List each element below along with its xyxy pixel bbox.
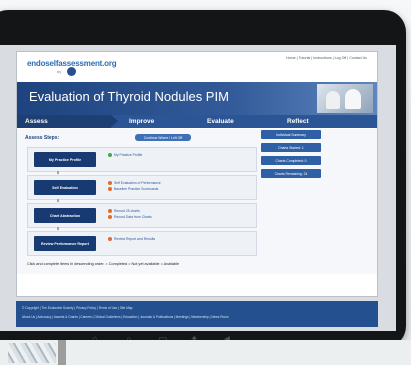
status-not-available-icon: [108, 215, 112, 220]
tab-bar: Assess Improve Evaluate Reflect: [17, 115, 377, 128]
step-row-practice-profile: My Practice Profile My Practice Profile: [27, 147, 257, 172]
step-link-label: My Practice Profile: [114, 153, 143, 157]
tab-improve[interactable]: Improve: [115, 115, 199, 128]
step-connector: [57, 171, 59, 174]
step-link-label: Review Report and Results: [114, 237, 156, 241]
step-row-self-evaluation: Self Evaluation Self Evaluation of Perfo…: [27, 175, 257, 200]
tab-label: Assess: [25, 118, 48, 125]
doctor-figure: [326, 91, 340, 109]
site-footer: © Copyright | The Endocrine Society | Pr…: [16, 301, 378, 327]
step-link[interactable]: Review Report and Results: [108, 236, 155, 242]
status-not-available-icon: [108, 187, 112, 192]
tab-label: Reflect: [287, 118, 309, 125]
tab-evaluate[interactable]: Evaluate: [199, 115, 269, 128]
step-row-review-report: Review Performance Report Review Report …: [27, 231, 257, 256]
tablet-screen: endoselfassessment.org by Home | Tutoria…: [0, 45, 396, 331]
top-links[interactable]: Home | Tutorial | Instructions | Log Off…: [286, 56, 367, 60]
step-row-chart-abstraction: Chart Abstraction Record 25 charts Recor…: [27, 203, 257, 228]
tab-assess[interactable]: Assess: [17, 115, 118, 128]
step-link-label: Record Data from Charts: [114, 215, 152, 219]
step-link-label: Record 25 charts: [114, 209, 140, 213]
tab-label: Evaluate: [207, 118, 234, 125]
step-link-label: Baseline Practice Scorecards: [114, 187, 159, 191]
footer-links-line-2[interactable]: About Us | Advocacy | Awards & Grants | …: [22, 315, 229, 319]
step-link[interactable]: My Practice Profile: [108, 152, 142, 158]
main-content: Assess Steps: Continue Where I Left Off …: [17, 129, 377, 274]
step-link[interactable]: Baseline Practice Scorecards: [108, 186, 161, 192]
step-links: Review Report and Results: [108, 236, 155, 242]
status-not-available-icon: [108, 181, 112, 186]
pens-photo: [8, 343, 56, 363]
tab-label: Improve: [129, 118, 155, 125]
endocrine-society-logo-icon: [67, 67, 76, 76]
patient-figure: [345, 89, 361, 109]
step-connector: [57, 199, 59, 202]
charts-completed-button[interactable]: Charts Completed: 0: [261, 156, 321, 165]
tablet-device: endoselfassessment.org by Home | Tutoria…: [0, 10, 406, 348]
step-links: My Practice Profile: [108, 152, 142, 158]
step-button-practice-profile[interactable]: My Practice Profile: [34, 152, 96, 167]
step-link[interactable]: Record Data from Charts: [108, 214, 152, 220]
footer-links-line-1[interactable]: © Copyright | The Endocrine Society | Pr…: [22, 306, 132, 310]
step-connector: [57, 227, 59, 230]
charts-started-button[interactable]: Charts Started: 1: [261, 143, 321, 152]
continue-where-left-off-button[interactable]: Continue Where I Left Off: [135, 134, 191, 141]
step-button-chart-abstraction[interactable]: Chart Abstraction: [34, 208, 96, 223]
status-not-available-icon: [108, 209, 112, 214]
step-links: Record 25 charts Record Data from Charts: [108, 208, 152, 220]
individual-summary-button[interactable]: Individual Summary: [261, 130, 321, 139]
web-page: endoselfassessment.org by Home | Tutoria…: [16, 51, 378, 297]
stand-post: [58, 340, 66, 365]
step-button-self-evaluation[interactable]: Self Evaluation: [34, 180, 96, 195]
page-title: Evaluation of Thyroid Nodules PIM: [29, 89, 229, 104]
step-links: Self Evaluation of Performance Baseline …: [108, 180, 161, 192]
status-completed-icon: [108, 153, 112, 158]
tab-reflect[interactable]: Reflect: [279, 115, 367, 128]
step-link-label: Self Evaluation of Performance: [114, 181, 161, 185]
charts-remaining-button[interactable]: Charts Remaining: 24: [261, 169, 321, 178]
steps-title: Assess Steps:: [25, 135, 60, 141]
banner-photo: [317, 84, 373, 113]
legend-text: Click and complete items in descending o…: [27, 262, 179, 266]
site-header: endoselfassessment.org by Home | Tutoria…: [17, 52, 377, 80]
banner: Evaluation of Thyroid Nodules PIM: [17, 82, 377, 115]
logo-by-text: by: [57, 69, 62, 74]
status-not-available-icon: [108, 237, 112, 242]
step-button-review-report[interactable]: Review Performance Report: [34, 236, 96, 251]
